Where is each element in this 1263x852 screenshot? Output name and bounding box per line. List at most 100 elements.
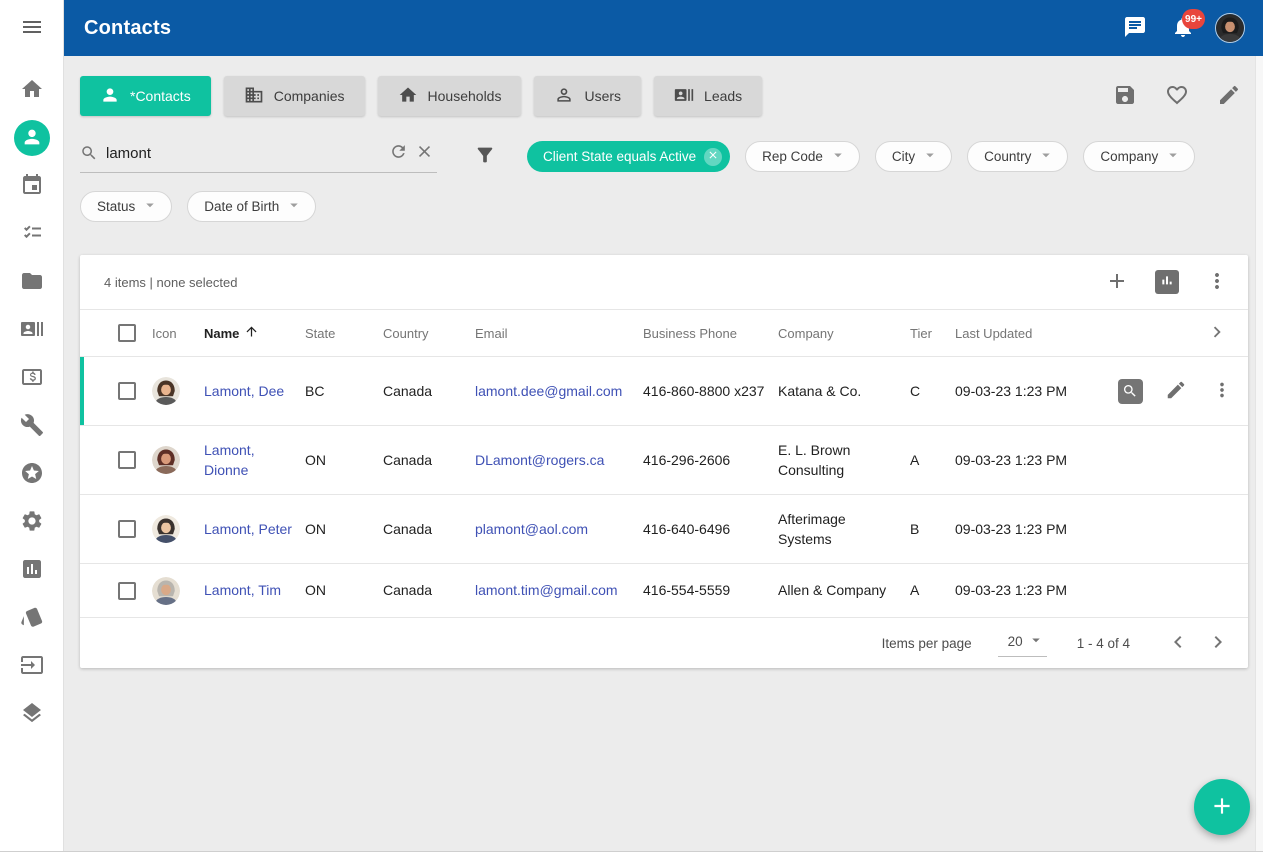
items-per-page-label: Items per page (882, 636, 972, 651)
tab-companies[interactable]: Companies (224, 76, 365, 116)
menu-button[interactable] (12, 8, 52, 48)
bar-chart-icon (1155, 270, 1179, 294)
cell-tier: A (910, 568, 955, 612)
filter-chip-date-of-birth[interactable]: Date of Birth (187, 191, 316, 222)
row-preview-button[interactable] (1112, 373, 1148, 409)
contact-email-link[interactable]: lamont.tim@gmail.com (475, 582, 618, 598)
cell-last-updated: 09-03-23 1:23 PM (955, 507, 1100, 551)
sidebar-item-tags[interactable] (12, 598, 52, 638)
sidebar-item-billing[interactable] (12, 358, 52, 398)
row-actions (1100, 517, 1248, 541)
sidebar-item-contacts[interactable] (12, 118, 52, 158)
previous-page-button[interactable] (1158, 623, 1198, 663)
remove-filter-button[interactable] (704, 148, 722, 166)
search-refresh-button[interactable] (385, 140, 411, 166)
row-edit-button[interactable] (1158, 373, 1194, 409)
row-checkbox[interactable] (118, 582, 136, 600)
contact-name-link[interactable]: Lamont, Dee (204, 383, 284, 399)
sidebar-item-tasks[interactable] (12, 214, 52, 254)
tab-users[interactable]: Users (534, 76, 641, 116)
page-size-select[interactable]: 20 (998, 629, 1047, 657)
scrollbar-track[interactable] (1255, 56, 1263, 851)
sidebar-item-calendar[interactable] (12, 166, 52, 206)
column-header-tier[interactable]: Tier (910, 326, 955, 341)
list-more-button[interactable] (1198, 263, 1236, 301)
cell-state: ON (305, 507, 383, 551)
column-header-state[interactable]: State (305, 326, 383, 341)
row-more-button[interactable] (1204, 373, 1240, 409)
contact-name-link[interactable]: Lamont, Peter (204, 521, 292, 537)
filter-button[interactable] (465, 142, 505, 172)
contact-email-link[interactable]: lamont.dee@gmail.com (475, 383, 622, 399)
save-view-button[interactable] (1106, 77, 1144, 115)
chevron-down-icon (141, 196, 159, 217)
sidebar-item-features[interactable] (12, 454, 52, 494)
favorite-view-button[interactable] (1158, 77, 1196, 115)
row-actions (1100, 579, 1248, 603)
sidebar-item-reports[interactable] (12, 550, 52, 590)
row-checkbox[interactable] (118, 520, 136, 538)
select-all-checkbox[interactable] (118, 324, 136, 342)
next-page-button[interactable] (1198, 623, 1238, 663)
sidebar-item-layers[interactable] (12, 694, 52, 734)
row-checkbox[interactable] (118, 451, 136, 469)
column-header-email[interactable]: Email (475, 326, 643, 341)
active-filter-chip[interactable]: Client State equals Active (527, 141, 730, 172)
sidebar-item-tools[interactable] (12, 406, 52, 446)
add-contact-fab[interactable] (1194, 779, 1250, 835)
filter-chip-status[interactable]: Status (80, 191, 172, 222)
save-icon (1113, 83, 1137, 110)
cell-company: Allen & Company (778, 568, 910, 612)
contact-card-icon (20, 317, 44, 344)
sidebar-item-import[interactable] (12, 646, 52, 686)
add-column-button[interactable] (1098, 263, 1136, 301)
filter-chip-city[interactable]: City (875, 141, 952, 172)
tab-households[interactable]: Households (378, 76, 522, 116)
cell-country: Canada (383, 568, 475, 612)
chevron-down-icon (1027, 631, 1045, 652)
edit-view-button[interactable] (1210, 77, 1248, 115)
column-header-company[interactable]: Company (778, 326, 910, 341)
checklist-icon (20, 221, 44, 248)
expand-columns-button[interactable] (1206, 321, 1228, 346)
sidebar-item-leads[interactable] (12, 310, 52, 350)
chat-button[interactable] (1115, 8, 1155, 48)
contact-name-link[interactable]: Lamont, Tim (204, 582, 281, 598)
column-header-last-updated[interactable]: Last Updated (955, 326, 1100, 341)
sidebar-item-settings[interactable] (12, 502, 52, 542)
search-input[interactable] (106, 145, 385, 162)
row-checkbox[interactable] (118, 382, 136, 400)
notifications-button[interactable]: 99+ (1163, 8, 1203, 48)
home-icon (398, 85, 418, 108)
tab-contacts[interactable]: *Contacts (80, 76, 211, 116)
filter-chip-rep-code[interactable]: Rep Code (745, 141, 860, 172)
star-circle-icon (20, 461, 44, 488)
cell-business-phone: 416-860-8800 x237 (643, 369, 778, 413)
contact-avatar-photo (152, 515, 180, 543)
chevron-down-icon (285, 196, 303, 217)
contact-email-link[interactable]: plamont@aol.com (475, 521, 588, 537)
column-header-name[interactable]: Name (204, 324, 305, 342)
contact-avatar-photo (152, 577, 180, 605)
chevron-down-icon (1037, 146, 1055, 167)
chat-icon (1123, 15, 1147, 42)
plus-icon (1105, 269, 1129, 296)
contact-name-link[interactable]: Lamont, Dionne (204, 442, 255, 478)
tab-leads[interactable]: Leads (654, 76, 762, 116)
column-header-business-phone[interactable]: Business Phone (643, 326, 778, 341)
column-header-country[interactable]: Country (383, 326, 475, 341)
tags-icon (20, 605, 44, 632)
tab-label: Users (584, 88, 621, 104)
table-row: Lamont, TimONCanadalamont.tim@gmail.com4… (80, 564, 1248, 618)
calendar-icon (20, 173, 44, 200)
contact-email-link[interactable]: DLamont@rogers.ca (475, 452, 604, 468)
sidebar-item-documents[interactable] (12, 262, 52, 302)
search-clear-button[interactable] (411, 140, 437, 166)
sidebar-item-home[interactable] (12, 70, 52, 110)
user-avatar[interactable] (1215, 13, 1245, 43)
chart-view-button[interactable] (1148, 263, 1186, 301)
filter-chip-country[interactable]: Country (967, 141, 1068, 172)
filter-chip-company[interactable]: Company (1083, 141, 1195, 172)
sort-ascending-icon (244, 324, 259, 342)
magnifier-icon (1118, 379, 1143, 404)
